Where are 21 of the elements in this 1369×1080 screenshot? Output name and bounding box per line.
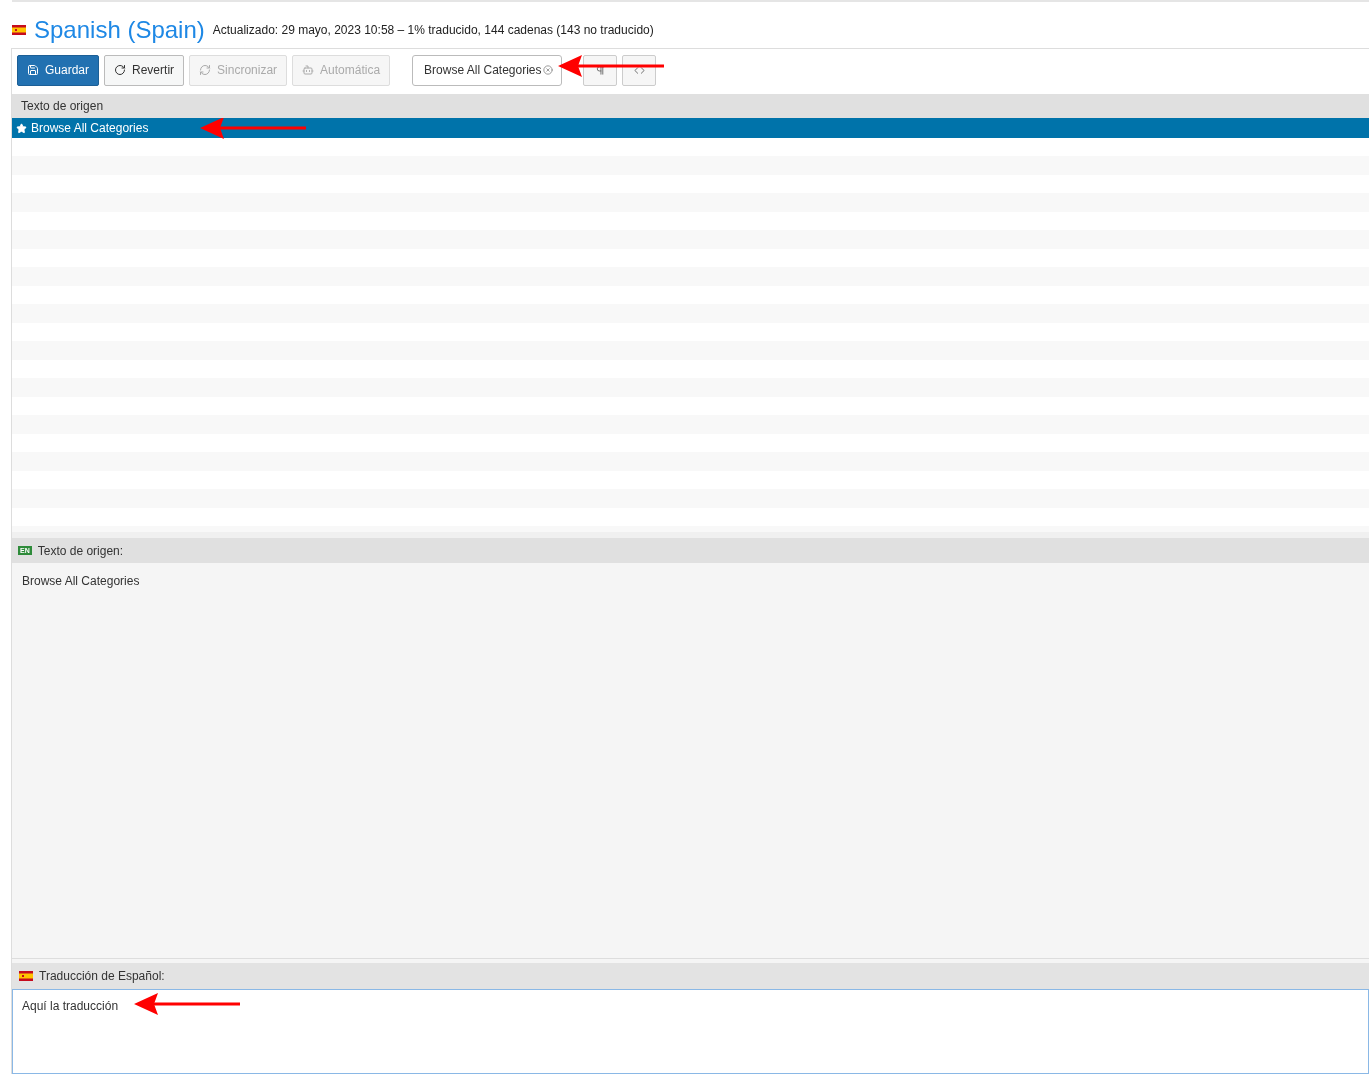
flag-icon: [19, 971, 33, 981]
source-label: Texto de origen:: [37, 542, 124, 560]
star-icon: [16, 122, 27, 134]
robot-icon: [302, 64, 315, 76]
flag-icon: [12, 25, 26, 35]
save-icon: [27, 64, 39, 76]
revert-button[interactable]: Revertir: [104, 54, 185, 86]
save-button[interactable]: Guardar: [17, 54, 100, 86]
invisibles-button[interactable]: [583, 54, 618, 86]
revert-icon: [114, 64, 127, 76]
clear-icon[interactable]: [543, 64, 554, 75]
source-text: Browse All Categories: [22, 574, 140, 588]
filter-field[interactable]: Browse All Categories: [412, 54, 563, 86]
translation-label: Traducción de Español:: [39, 968, 165, 985]
column-header: Texto de origen: [12, 94, 1369, 118]
string-row[interactable]: Browse All Categories: [12, 118, 1369, 138]
page-title: Spanish (Spain): [34, 18, 205, 42]
code-button[interactable]: [622, 54, 657, 86]
sync-icon: [199, 64, 212, 76]
status-text: Actualizado: 29 mayo, 2023 10:58 – 1% traducido, 144 cadenas (143 no traducido): [212, 22, 654, 39]
translation-field[interactable]: Aquí la traducción: [12, 989, 1369, 1074]
